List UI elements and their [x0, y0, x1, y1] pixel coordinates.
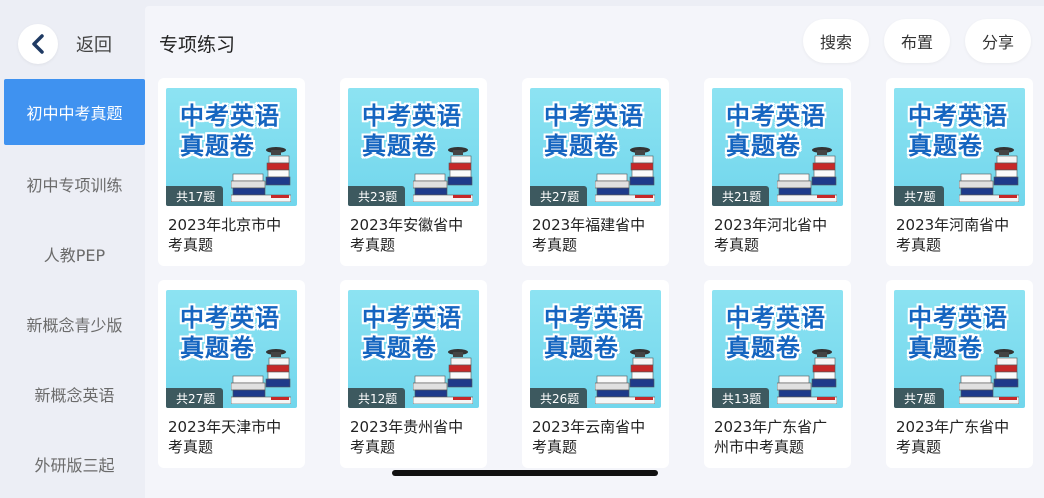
sidebar-item-waiyan[interactable]: 外研版三起: [4, 429, 145, 498]
books-icon: [231, 349, 291, 404]
paper-title: 2023年河北省中考真题: [714, 216, 828, 254]
paper-cover-image: 中考英语 真题卷 共17题: [166, 88, 297, 206]
sidebar-item-nce-youth[interactable]: 新概念青少版: [4, 289, 145, 359]
sidebar-item-zhuanxiang[interactable]: 初中专项训练: [4, 149, 145, 219]
chevron-left-icon[interactable]: [18, 24, 58, 64]
question-count-badge: 共17题: [166, 186, 224, 206]
assign-button[interactable]: 布置: [884, 19, 950, 63]
question-count-badge: 共27题: [166, 388, 224, 408]
home-indicator[interactable]: [392, 470, 658, 476]
sidebar-item-pep[interactable]: 人教PEP: [4, 219, 145, 289]
paper-card[interactable]: 中考英语 真题卷 共23题 2023年安徽省中考真题: [340, 78, 487, 266]
paper-title: 2023年河南省中考真题: [896, 216, 1010, 254]
books-icon: [595, 147, 655, 202]
paper-card[interactable]: 中考英语 真题卷 共7题 2023年河南省中考真题: [886, 78, 1033, 266]
books-icon: [231, 147, 291, 202]
books-icon: [413, 147, 473, 202]
back-label[interactable]: 返回: [76, 31, 112, 57]
paper-cover-image: 中考英语 真题卷 共12题: [348, 290, 479, 408]
question-count-badge: 共21题: [712, 186, 770, 206]
books-icon: [595, 349, 655, 404]
sidebar-item-zhongkao[interactable]: 初中中考真题: [4, 79, 145, 145]
paper-title: 2023年福建省中考真题: [532, 216, 646, 254]
paper-title: 2023年安徽省中考真题: [350, 216, 464, 254]
question-count-badge: 共23题: [348, 186, 406, 206]
sidebar-item-nce[interactable]: 新概念英语: [4, 359, 145, 429]
paper-title: 2023年云南省中考真题: [532, 418, 646, 456]
paper-cover-image: 中考英语 真题卷 共27题: [166, 290, 297, 408]
paper-card[interactable]: 中考英语 真题卷 共21题 2023年河北省中考真题: [704, 78, 851, 266]
question-count-badge: 共7题: [894, 186, 944, 206]
paper-card[interactable]: 中考英语 真题卷 共13题 2023年广东省广州市中考真题: [704, 280, 851, 468]
sidebar: 返回 初中中考真题 初中专项训练 人教PEP 新概念青少版 新概念英语 外研版三…: [0, 0, 145, 498]
paper-cover-image: 中考英语 真题卷 共23题: [348, 88, 479, 206]
paper-cover-image: 中考英语 真题卷 共7题: [894, 88, 1025, 206]
question-count-badge: 共27题: [530, 186, 588, 206]
paper-cover-image: 中考英语 真题卷 共27题: [530, 88, 661, 206]
books-icon: [413, 349, 473, 404]
main-panel: 专项练习 搜索 布置 分享 中考英语 真题卷 共17题 2023年北京市中考真题: [145, 6, 1044, 498]
category-list: 初中中考真题 初中专项训练 人教PEP 新概念青少版 新概念英语 外研版三起: [4, 79, 145, 498]
back-button[interactable]: 返回: [18, 24, 128, 64]
paper-cover-image: 中考英语 真题卷 共26题: [530, 290, 661, 408]
question-count-badge: 共13题: [712, 388, 770, 408]
books-icon: [777, 147, 837, 202]
books-icon: [959, 349, 1019, 404]
paper-grid: 中考英语 真题卷 共17题 2023年北京市中考真题 中考英语 真题卷 共23题…: [158, 78, 1033, 468]
paper-title: 2023年贵州省中考真题: [350, 418, 464, 456]
books-icon: [777, 349, 837, 404]
page-title: 专项练习: [159, 34, 236, 56]
paper-card[interactable]: 中考英语 真题卷 共27题 2023年福建省中考真题: [522, 78, 669, 266]
paper-card[interactable]: 中考英语 真题卷 共17题 2023年北京市中考真题: [158, 78, 305, 266]
paper-card[interactable]: 中考英语 真题卷 共27题 2023年天津市中考真题: [158, 280, 305, 468]
question-count-badge: 共12题: [348, 388, 406, 408]
question-count-badge: 共26题: [530, 388, 588, 408]
paper-title: 2023年天津市中考真题: [168, 418, 282, 456]
paper-title: 2023年广东省中考真题: [896, 418, 1010, 456]
paper-cover-image: 中考英语 真题卷 共7题: [894, 290, 1025, 408]
paper-cover-image: 中考英语 真题卷 共21题: [712, 88, 843, 206]
question-count-badge: 共7题: [894, 388, 944, 408]
paper-cover-image: 中考英语 真题卷 共13题: [712, 290, 843, 408]
paper-title: 2023年广东省广州市中考真题: [714, 418, 828, 456]
books-icon: [959, 147, 1019, 202]
share-button[interactable]: 分享: [965, 19, 1031, 63]
paper-card[interactable]: 中考英语 真题卷 共12题 2023年贵州省中考真题: [340, 280, 487, 468]
search-button[interactable]: 搜索: [803, 19, 869, 63]
paper-title: 2023年北京市中考真题: [168, 216, 282, 254]
paper-card[interactable]: 中考英语 真题卷 共26题 2023年云南省中考真题: [522, 280, 669, 468]
paper-card[interactable]: 中考英语 真题卷 共7题 2023年广东省中考真题: [886, 280, 1033, 468]
